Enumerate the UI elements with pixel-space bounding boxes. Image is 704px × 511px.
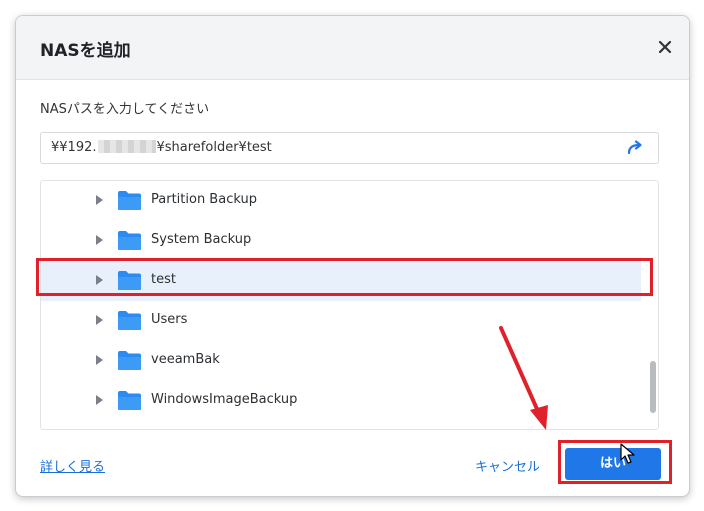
tree-item-partition-backup[interactable]: Partition Backup	[41, 181, 641, 221]
folder-tree[interactable]: Partition Backup System Backup test User…	[40, 180, 659, 430]
tree-item-label: WindowsImageBackup	[151, 392, 298, 407]
close-icon[interactable]	[653, 35, 677, 59]
expand-caret-icon[interactable]	[96, 235, 103, 245]
tree-item-label: test	[151, 272, 176, 287]
tree-scrollbar[interactable]	[650, 361, 656, 413]
folder-icon	[118, 191, 141, 210]
folder-icon	[118, 231, 141, 250]
tree-item-label: Users	[151, 312, 188, 327]
add-nas-dialog: NASを追加 NASパスを入力してください ¥¥192. ¥sharefolder…	[15, 15, 690, 497]
dialog-title: NASを追加	[40, 41, 131, 61]
expand-caret-icon[interactable]	[96, 315, 103, 325]
folder-icon	[118, 391, 141, 410]
tree-item-users[interactable]: Users	[41, 301, 641, 341]
cancel-button[interactable]: キャンセル	[475, 456, 540, 475]
tree-item-label: System Backup	[151, 232, 252, 247]
folder-icon	[118, 351, 141, 370]
folder-icon	[118, 311, 141, 330]
expand-caret-icon[interactable]	[96, 355, 103, 365]
tree-item-system-backup[interactable]: System Backup	[41, 221, 641, 261]
folder-icon	[118, 271, 141, 290]
tree-item-veeambak[interactable]: veeamBak	[41, 341, 641, 381]
nas-path-label: NASパスを入力してください	[40, 102, 210, 117]
tree-item-test[interactable]: test	[41, 261, 641, 301]
nas-path-prefix: ¥¥192.	[51, 140, 97, 155]
expand-caret-icon[interactable]	[96, 395, 103, 405]
expand-caret-icon[interactable]	[96, 195, 103, 205]
ok-button[interactable]: はい	[565, 448, 661, 480]
return-arrow-icon[interactable]	[626, 139, 646, 157]
tree-item-label: veeamBak	[151, 352, 220, 367]
tree-item-label: Partition Backup	[151, 192, 257, 207]
learn-more-link[interactable]: 詳しく見る	[40, 456, 105, 475]
tree-item-windowsimagebackup[interactable]: WindowsImageBackup	[41, 381, 641, 421]
expand-caret-icon[interactable]	[96, 275, 103, 285]
redacted-address	[97, 140, 156, 153]
dialog-header: NASを追加	[16, 16, 689, 80]
nas-path-input[interactable]: ¥¥192. ¥sharefolder¥test	[40, 132, 659, 164]
nas-path-suffix: ¥sharefolder¥test	[156, 140, 272, 155]
nas-path-value: ¥¥192. ¥sharefolder¥test	[51, 140, 272, 155]
